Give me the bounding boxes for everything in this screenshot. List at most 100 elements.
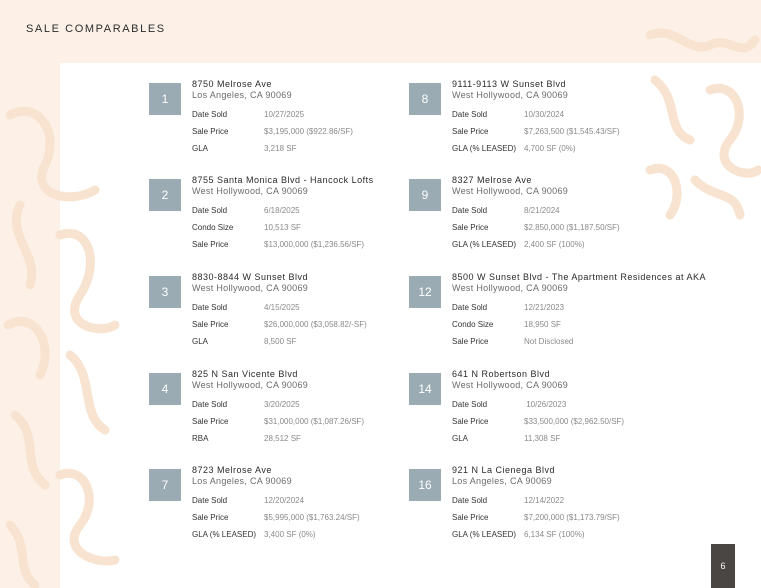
detail-value: $7,263,500 ($1,545.43/SF) <box>524 127 620 136</box>
comp-number-badge: 3 <box>149 276 181 308</box>
detail-value: $2,850,000 ($1,187.50/SF) <box>524 223 620 232</box>
comp-detail-row: GLA 11,308 SF <box>452 434 560 443</box>
comp-detail-row: Date Sold 10/30/2024 <box>452 110 564 119</box>
comp-city: West Hollywood, CA 90069 <box>192 186 309 196</box>
comp-detail-row: Sale Price $7,263,500 ($1,545.43/SF) <box>452 127 620 136</box>
comp-city: West Hollywood, CA 90069 <box>452 186 569 196</box>
detail-value: 8,500 SF <box>264 337 297 346</box>
comp-card: 12 8500 W Sunset Blvd - The Apartment Re… <box>409 272 729 368</box>
comp-city: Los Angeles, CA 90069 <box>452 476 552 486</box>
detail-value: 6/18/2025 <box>264 206 300 215</box>
comp-city: Los Angeles, CA 90069 <box>192 476 292 486</box>
detail-label: Date Sold <box>192 303 228 312</box>
detail-label: Sale Price <box>192 513 229 522</box>
comp-city: West Hollywood, CA 90069 <box>192 283 309 293</box>
comp-address: 921 N La Cienega Blvd <box>452 465 556 475</box>
comp-address: 8750 Melrose Ave <box>192 79 272 89</box>
detail-value: $3,195,000 ($922.86/SF) <box>264 127 353 136</box>
detail-label: Condo Size <box>452 320 494 329</box>
detail-label: Date Sold <box>192 400 228 409</box>
detail-value: 4/15/2025 <box>264 303 300 312</box>
detail-label: GLA <box>192 144 209 153</box>
comp-detail-row: Sale Price Not Disclosed <box>452 337 573 346</box>
detail-value: Not Disclosed <box>524 337 574 346</box>
detail-label: Date Sold <box>192 110 228 119</box>
detail-value: $31,000,000 ($1,087.26/SF) <box>264 417 365 426</box>
detail-value: 6,134 SF (100%) <box>524 530 585 539</box>
comp-detail-row: Date Sold 8/21/2024 <box>452 206 560 215</box>
detail-label: Sale Price <box>192 417 229 426</box>
detail-label: Sale Price <box>452 127 489 136</box>
comp-number-badge: 4 <box>149 373 181 405</box>
comp-number-badge: 14 <box>409 373 441 405</box>
comp-detail-row: Sale Price $5,995,000 ($1,763.24/SF) <box>192 513 360 522</box>
detail-value: 3,400 SF (0%) <box>264 530 316 539</box>
detail-value: 10/30/2024 <box>524 110 565 119</box>
detail-value: 18,950 SF <box>524 320 561 329</box>
comp-number-badge: 9 <box>409 179 441 211</box>
detail-value: 12/20/2024 <box>264 496 305 505</box>
detail-label: Sale Price <box>452 513 489 522</box>
comp-detail-row: Sale Price $31,000,000 ($1,087.26/SF) <box>192 417 364 426</box>
detail-label: GLA (% LEASED) <box>452 240 517 249</box>
comp-address: 8500 W Sunset Blvd - The Apartment Resid… <box>452 272 706 282</box>
detail-value: 28,512 SF <box>264 434 301 443</box>
comp-detail-row: Sale Price $3,195,000 ($922.86/SF) <box>192 127 353 136</box>
detail-value: $7,200,000 ($1,173.79/SF) <box>524 513 620 522</box>
comp-city: Los Angeles, CA 90069 <box>192 90 292 100</box>
detail-label: Sale Price <box>192 127 229 136</box>
detail-label: Date Sold <box>192 206 228 215</box>
detail-value: 10/27/2025 <box>264 110 305 119</box>
comp-detail-row: Condo Size 18,950 SF <box>452 320 561 329</box>
detail-label: Date Sold <box>452 110 488 119</box>
comp-detail-row: Date Sold 10/26/2023 <box>452 400 566 409</box>
page-title: SALE COMPARABLES <box>26 23 166 35</box>
detail-label: GLA <box>192 337 209 346</box>
comp-address: 8327 Melrose Ave <box>452 175 532 185</box>
comp-detail-row: GLA 8,500 SF <box>192 337 296 346</box>
comp-number-badge: 16 <box>409 469 441 501</box>
comp-detail-row: Date Sold 6/18/2025 <box>192 206 300 215</box>
detail-value: 4,700 SF (0%) <box>524 144 576 153</box>
comp-number-badge: 7 <box>149 469 181 501</box>
comp-address: 8755 Santa Monica Blvd - Hancock Lofts <box>192 175 374 185</box>
detail-value: 12/14/2022 <box>524 496 565 505</box>
detail-value: $33,500,000 ($2,962.50/SF) <box>524 417 625 426</box>
comp-detail-row: Sale Price $2,850,000 ($1,187.50/SF) <box>452 223 620 232</box>
detail-label: GLA (% LEASED) <box>452 530 517 539</box>
comp-detail-row: Sale Price $26,000,000 ($3,058.82/-SF) <box>192 320 367 329</box>
comp-detail-row: GLA (% LEASED) 2,400 SF (100%) <box>452 240 584 249</box>
comp-detail-row: GLA (% LEASED) 6,134 SF (100%) <box>452 530 584 539</box>
detail-label: Date Sold <box>192 496 228 505</box>
comp-detail-row: Sale Price $13,000,000 ($1,236.56/SF) <box>192 240 364 249</box>
page-number: 6 <box>711 544 735 588</box>
comp-address: 825 N San Vicente Blvd <box>192 369 298 379</box>
comp-number-badge: 12 <box>409 276 441 308</box>
comp-number-badge: 8 <box>409 83 441 115</box>
comp-detail-row: Sale Price $33,500,000 ($2,962.50/SF) <box>452 417 624 426</box>
comp-address: 9111-9113 W Sunset Blvd <box>452 79 567 89</box>
comp-detail-row: Date Sold 3/20/2025 <box>192 400 300 409</box>
comp-address: 8830-8844 W Sunset Blvd <box>192 272 309 282</box>
detail-value: $5,995,000 ($1,763.24/SF) <box>264 513 360 522</box>
detail-label: Date Sold <box>452 400 488 409</box>
comp-detail-row: Date Sold 12/14/2022 <box>452 496 564 505</box>
comp-city: West Hollywood, CA 90069 <box>192 380 309 390</box>
detail-label: Sale Price <box>452 223 489 232</box>
detail-label: Sale Price <box>192 320 229 329</box>
detail-label: Condo Size <box>192 223 234 232</box>
detail-label: Date Sold <box>452 206 488 215</box>
comp-number-badge: 2 <box>149 179 181 211</box>
comp-card: 14 641 N Robertson Blvd West Hollywood, … <box>409 369 729 465</box>
comp-detail-row: Date Sold 12/21/2023 <box>452 303 564 312</box>
comp-city: West Hollywood, CA 90069 <box>452 90 569 100</box>
comp-card: 16 921 N La Cienega Blvd Los Angeles, CA… <box>409 465 729 561</box>
detail-label: GLA (% LEASED) <box>192 530 257 539</box>
detail-value: 11,308 SF <box>524 434 561 443</box>
detail-value: 3,218 SF <box>264 144 297 153</box>
comp-address: 641 N Robertson Blvd <box>452 369 551 379</box>
comp-number-badge: 1 <box>149 83 181 115</box>
comp-card: 8 9111-9113 W Sunset Blvd West Hollywood… <box>409 79 729 175</box>
detail-value: 3/20/2025 <box>264 400 300 409</box>
comp-detail-row: RBA 28,512 SF <box>192 434 301 443</box>
